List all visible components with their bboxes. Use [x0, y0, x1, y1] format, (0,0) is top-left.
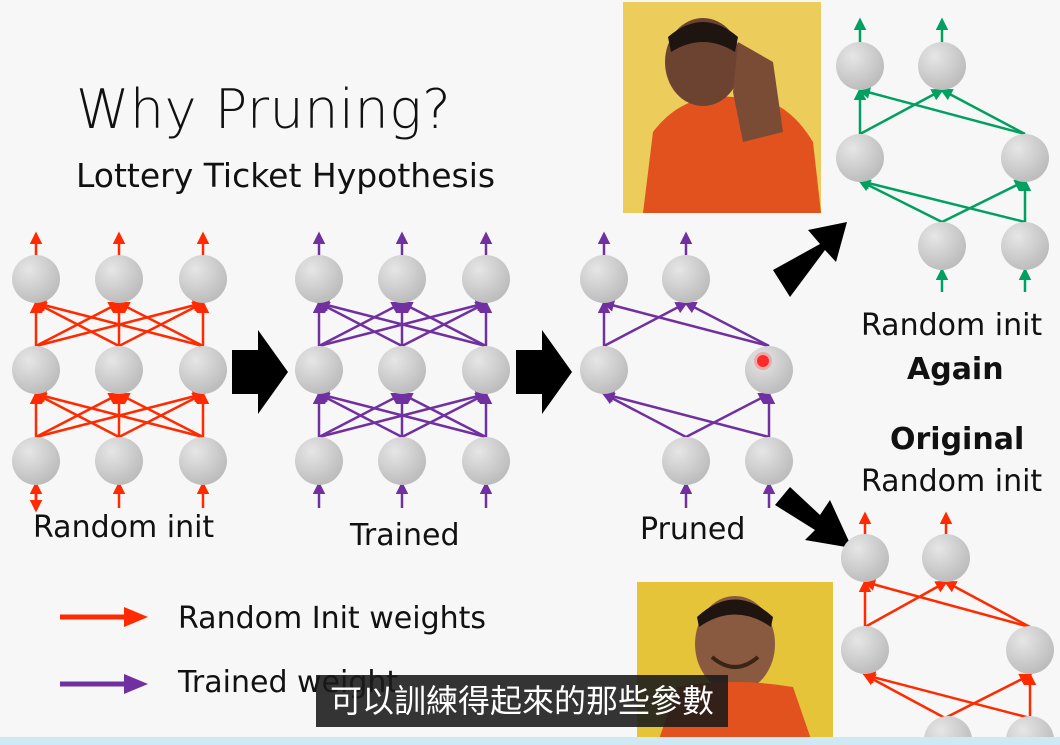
network-random-init-again-nodes: [836, 42, 1049, 270]
label-pruned: Pruned: [640, 512, 746, 547]
legend-random-init-weights: Random Init weights: [178, 601, 487, 636]
network-trained-nodes: [295, 255, 510, 485]
lottery-ticket-diagram: [12, 17, 1054, 745]
label-trained: Trained: [350, 518, 460, 553]
laser-pointer-dot: [757, 355, 769, 367]
legend-arrow-trained: [60, 674, 148, 694]
network-pruned-nodes: [580, 255, 793, 485]
network-random-init-nodes: [12, 255, 227, 485]
label-random-init-again-line1: Random init: [861, 308, 1043, 343]
network-original-random-init-nodes: [841, 534, 1054, 745]
label-random-init: Random init: [33, 510, 215, 545]
label-random-init-again-line2: Again: [907, 352, 1004, 387]
arrow-down-right: [775, 487, 852, 548]
label-original-line2: Random init: [861, 464, 1043, 499]
arrow-right-1: [232, 330, 288, 414]
arrow-up-right: [773, 222, 847, 297]
video-subtitle: 可以訓練得起來的那些參數: [316, 675, 729, 727]
bottom-strip: [0, 737, 1060, 745]
label-original-line1: Original: [890, 422, 1025, 457]
legend-arrow-random: [60, 607, 148, 627]
arrow-right-2: [516, 330, 572, 414]
